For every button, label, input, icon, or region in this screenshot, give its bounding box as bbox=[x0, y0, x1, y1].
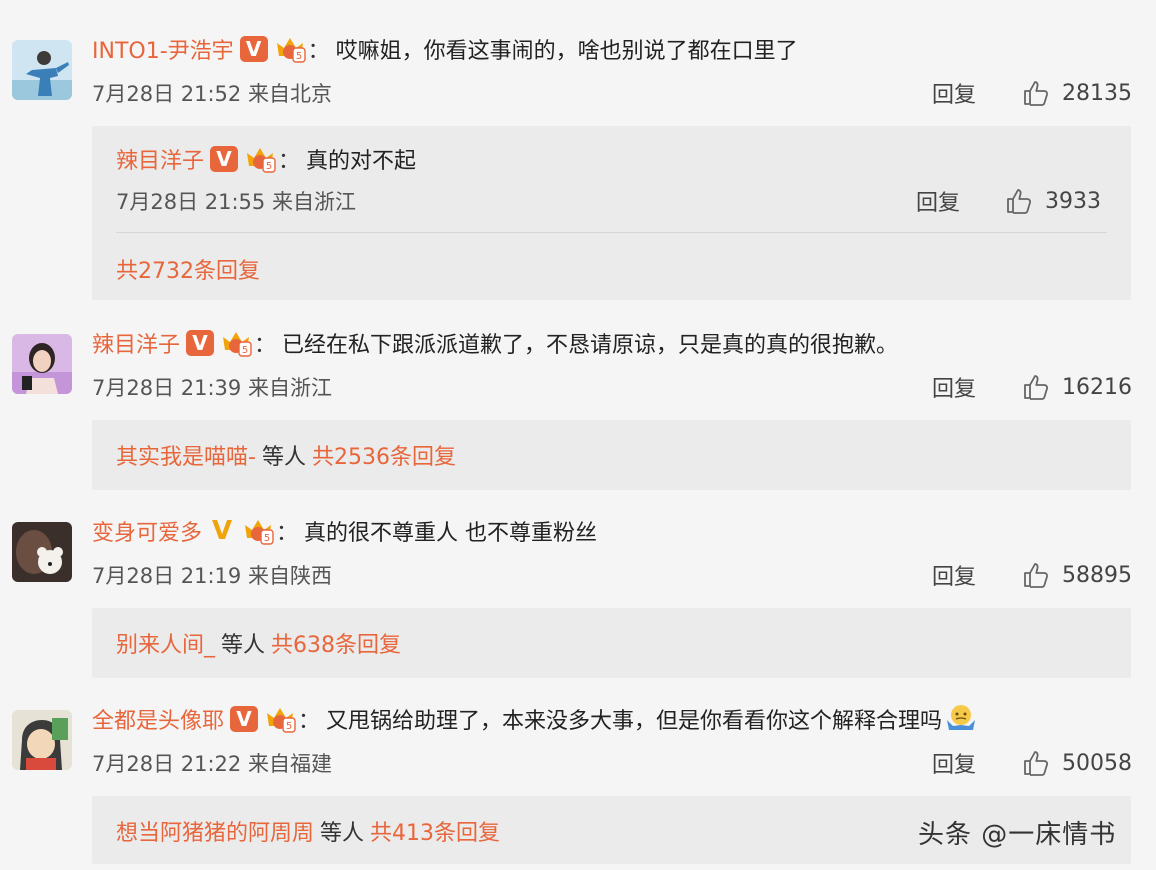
others-label: 等人 bbox=[261, 445, 306, 470]
reply-summary[interactable]: 想当阿猪猪的阿周周 等人 共413条回复 bbox=[116, 814, 500, 848]
thumbs-up-icon bbox=[1022, 373, 1050, 401]
comment-meta: 7月28日 21:22 来自福建 bbox=[92, 752, 332, 776]
avatar[interactable] bbox=[12, 334, 72, 394]
comment-meta: 7月28日 21:19 来自陕西 bbox=[92, 564, 332, 588]
others-label: 等人 bbox=[320, 821, 365, 846]
replier-name[interactable]: 其实我是喵喵- bbox=[116, 439, 256, 471]
reply-button[interactable]: 回复 bbox=[916, 186, 960, 216]
level-badge-icon bbox=[242, 516, 274, 546]
replier-name[interactable]: 想当阿猪猪的阿周周 bbox=[116, 815, 314, 847]
reply-summary[interactable]: 别来人间_ 等人 共638条回复 bbox=[116, 626, 401, 660]
reply-count-link[interactable]: 共413条回复 bbox=[370, 815, 500, 847]
comment-text: 真的很不尊重人 也不尊重粉丝 bbox=[304, 521, 598, 546]
avatar[interactable] bbox=[12, 40, 72, 100]
comment-meta: 7月28日 21:39 来自浙江 bbox=[92, 376, 332, 400]
reply-count-link[interactable]: 共638条回复 bbox=[271, 627, 401, 659]
verified-badge-icon: V bbox=[230, 706, 259, 732]
comment-text: 哎嘛姐，你看这事闹的，啥也别说了都在口里了 bbox=[335, 39, 798, 64]
watermark: 头条 @一床情书 bbox=[918, 819, 1117, 850]
reply-meta: 7月28日 21:55 来自浙江 bbox=[116, 190, 356, 214]
like-count: 3933 bbox=[1045, 188, 1101, 214]
others-label: 等人 bbox=[221, 633, 266, 658]
reply-summary[interactable]: 其实我是喵喵- 等人 共2536条回复 bbox=[116, 438, 456, 472]
level-badge-icon bbox=[264, 704, 296, 734]
like-button[interactable]: 50058 bbox=[1022, 748, 1132, 778]
reply-button[interactable]: 回复 bbox=[932, 372, 976, 402]
username[interactable]: 辣目洋子 bbox=[116, 143, 204, 175]
thumbs-up-icon bbox=[1022, 749, 1050, 777]
divider bbox=[116, 232, 1107, 233]
like-button[interactable]: 3933 bbox=[1005, 186, 1101, 216]
like-button[interactable]: 16216 bbox=[1022, 372, 1132, 402]
level-badge-icon bbox=[244, 144, 276, 174]
shrug-emoji-icon bbox=[947, 705, 976, 730]
verified-badge-icon: V bbox=[186, 330, 215, 356]
like-count: 28135 bbox=[1062, 80, 1132, 106]
username[interactable]: INTO1-尹浩宇 bbox=[92, 33, 234, 65]
comment-text: 已经在私下跟派派道歉了，不恳请原谅，只是真的真的很抱歉。 bbox=[282, 333, 899, 358]
thumbs-up-icon bbox=[1005, 187, 1033, 215]
replier-name[interactable]: 别来人间_ bbox=[116, 627, 215, 659]
avatar[interactable] bbox=[12, 710, 72, 770]
reply-count-link[interactable]: 共2732条回复 bbox=[116, 253, 260, 285]
like-count: 16216 bbox=[1062, 374, 1132, 400]
like-count: 58895 bbox=[1062, 562, 1132, 588]
nested-replies: 其实我是喵喵- 等人 共2536条回复 bbox=[92, 420, 1131, 490]
comment-text: 又甩锅给助理了，本来没多大事，但是你看看你这个解释合理吗 bbox=[326, 709, 943, 734]
like-button[interactable]: 28135 bbox=[1022, 78, 1132, 108]
verified-badge-icon: V bbox=[210, 146, 239, 172]
verified-badge-icon: V bbox=[211, 516, 233, 546]
nested-replies: 辣目洋子 V ： 真的对不起 7月28日 21:55 来自浙江 回复 3933 … bbox=[92, 126, 1131, 300]
reply-button[interactable]: 回复 bbox=[932, 748, 976, 778]
username[interactable]: 变身可爱多 bbox=[92, 515, 202, 547]
thumbs-up-icon bbox=[1022, 561, 1050, 589]
like-button[interactable]: 58895 bbox=[1022, 560, 1132, 590]
comment-meta: 7月28日 21:52 来自北京 bbox=[92, 82, 332, 106]
thumbs-up-icon bbox=[1022, 79, 1050, 107]
level-badge-icon bbox=[274, 34, 306, 64]
reply-button[interactable]: 回复 bbox=[932, 78, 976, 108]
nested-replies: 别来人间_ 等人 共638条回复 bbox=[92, 608, 1131, 678]
reply-count-link[interactable]: 共2536条回复 bbox=[312, 439, 456, 471]
avatar[interactable] bbox=[12, 522, 72, 582]
username[interactable]: 全都是头像耶 bbox=[92, 703, 224, 735]
reply-text: 真的对不起 bbox=[306, 149, 417, 174]
username[interactable]: 辣目洋子 bbox=[92, 327, 180, 359]
reply-button[interactable]: 回复 bbox=[932, 560, 976, 590]
verified-badge-icon: V bbox=[239, 36, 268, 62]
level-badge-icon bbox=[220, 328, 252, 358]
like-count: 50058 bbox=[1062, 750, 1132, 776]
reply-summary[interactable]: 共2732条回复 bbox=[116, 252, 260, 286]
